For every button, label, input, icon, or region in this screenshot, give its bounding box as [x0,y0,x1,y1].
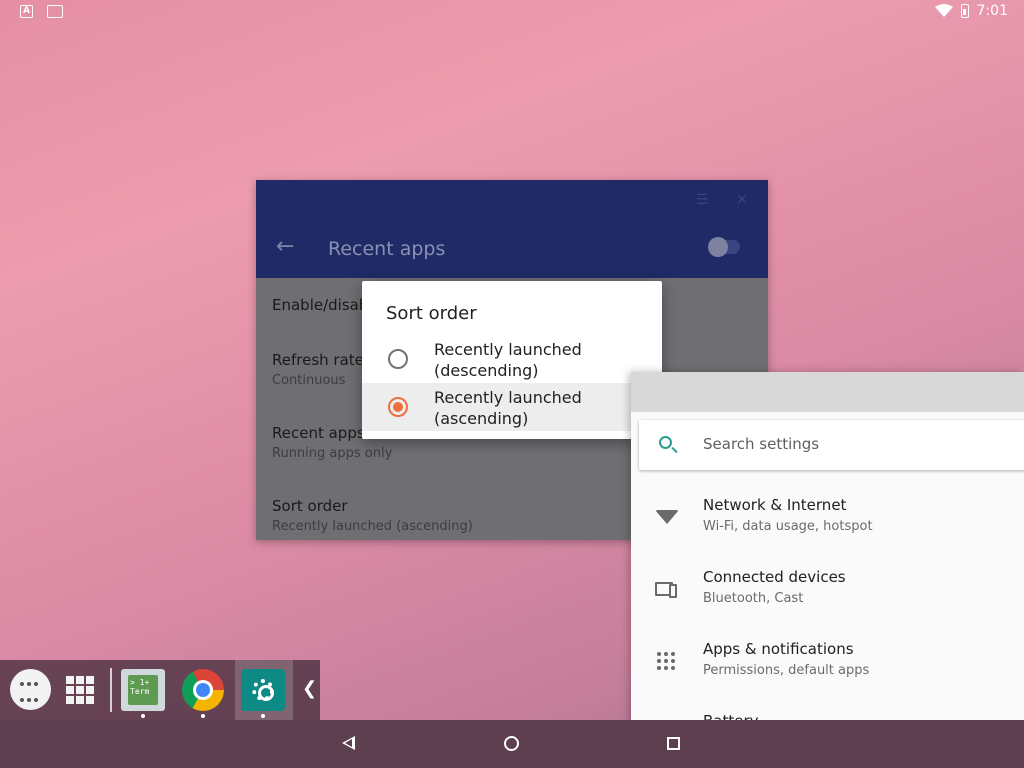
apps-icon [653,648,679,674]
settings-titlebar[interactable] [631,372,1024,412]
search-icon [659,436,672,449]
setting-title: Refresh rate [272,351,364,369]
running-indicator [141,714,145,718]
setting-sort-order[interactable]: Sort order Recently launched (ascending) [272,497,473,534]
radio-label: Recently launched (descending) [434,340,582,380]
terminal-app-icon[interactable]: > 1+ Term [121,669,165,711]
setting-title: Enable/disab [272,296,369,314]
settings-item-subtitle: Wi-Fi, data usage, hotspot [703,519,873,534]
settings-item-network[interactable]: Network & Internet Wi-Fi, data usage, ho… [631,492,1024,564]
screenshot-icon [47,5,63,18]
setting-subtitle: Recently launched (ascending) [272,519,473,534]
battery-icon [960,4,969,18]
radio-label: Recently launched (ascending) [434,388,582,428]
status-bar: A 7:01 [0,0,1024,24]
notification-icons: A [20,5,63,18]
radio-button[interactable] [388,349,408,369]
sort-order-dialog: Sort order Recently launched (descending… [362,281,662,439]
dialog-title: Sort order [386,303,477,324]
settings-window: Search settings Network & Internet Wi-Fi… [631,372,1024,730]
radio-button-selected[interactable] [388,397,408,417]
close-icon[interactable]: ✕ [736,192,748,208]
setting-title: Sort order [272,497,348,515]
recent-apps-titlebar: ☰ ✕ ← Recent apps [256,180,768,278]
wifi-icon [934,4,953,17]
setting-refresh-rate[interactable]: Refresh rate Continuous [272,351,364,388]
setting-subtitle: Running apps only [272,446,393,461]
settings-app-icon[interactable] [241,669,285,711]
status-indicators: 7:01 [934,3,1008,19]
setting-subtitle: Continuous [272,373,346,388]
search-placeholder: Search settings [703,435,820,453]
radio-option-descending[interactable]: Recently launched (descending) [362,335,662,383]
chevron-left-icon[interactable]: ❮ [302,678,317,699]
recents-button[interactable] [667,737,680,750]
running-indicator [201,714,205,718]
home-button[interactable] [504,736,519,751]
taskbar: > 1+ Term ❮ [0,660,320,720]
page-title: Recent apps [328,238,446,260]
settings-item-title: Connected devices [703,568,846,586]
settings-item-connected-devices[interactable]: Connected devices Bluetooth, Cast [631,564,1024,636]
devices-icon [653,576,679,602]
back-button[interactable] [342,736,355,750]
gear-icon [252,679,274,701]
chrome-app-icon[interactable] [182,669,224,711]
a-icon: A [20,5,33,18]
search-bar[interactable]: Search settings [639,420,1024,470]
clock: 7:01 [976,3,1008,19]
wifi-icon [653,504,679,530]
terminal-icon-label: > 1+ Term [128,675,158,705]
back-arrow-icon[interactable]: ← [276,236,294,258]
recent-apps-toggle[interactable] [708,237,740,257]
taskbar-divider [110,668,112,712]
navigation-bar [0,720,1024,768]
radio-option-ascending[interactable]: Recently launched (ascending) [362,383,662,431]
setting-enable-disable[interactable]: Enable/disab [272,296,368,314]
settings-item-subtitle: Permissions, default apps [703,663,870,678]
grid-icon[interactable] [66,676,94,704]
maximize-icon[interactable]: ☰ [696,192,709,208]
settings-item-title: Network & Internet [703,496,847,514]
settings-item-subtitle: Bluetooth, Cast [703,591,804,606]
settings-item-apps[interactable]: Apps & notifications Permissions, defaul… [631,636,1024,708]
running-indicator [261,714,265,718]
window-controls: ☰ ✕ [696,192,748,208]
settings-item-title: Apps & notifications [703,640,854,658]
app-drawer-icon[interactable] [10,669,51,710]
